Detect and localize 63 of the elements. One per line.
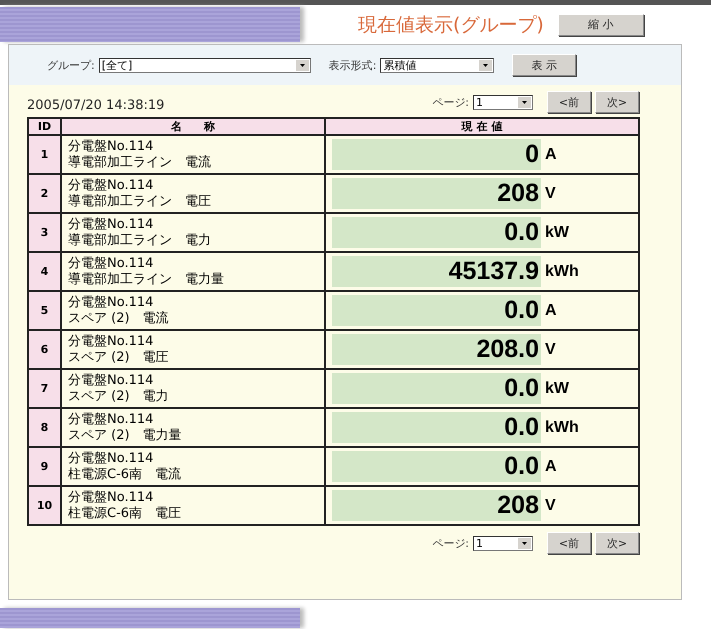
- caret-icon: [518, 538, 531, 548]
- unit-label: A: [545, 146, 557, 164]
- column-header: 現 在 値: [325, 118, 639, 135]
- id-cell: 7: [28, 369, 61, 408]
- shrink-button[interactable]: 縮 小: [558, 14, 644, 36]
- name-cell: 分電盤No.114 スペア (2) 電流: [61, 291, 325, 330]
- unit-label: V: [545, 184, 556, 202]
- unit-label: kW: [545, 380, 569, 398]
- unit-label: A: [545, 302, 557, 320]
- value-cell: 208: [332, 178, 541, 209]
- caret-icon: [518, 96, 531, 108]
- column-header: ID: [28, 118, 61, 135]
- next-button[interactable]: 次>: [595, 532, 639, 554]
- id-cell: 10: [28, 486, 61, 525]
- value-cell: 208.0: [332, 334, 541, 365]
- name-cell: 分電盤No.114 柱電源C-6南 電流: [61, 447, 325, 486]
- name-cell: 分電盤No.114 柱電源C-6南 電圧: [61, 486, 325, 525]
- page-select[interactable]: 1: [473, 536, 533, 550]
- name-cell: 分電盤No.114 スペア (2) 電力量: [61, 408, 325, 447]
- format-select[interactable]: 累積値: [380, 58, 494, 72]
- id-cell: 5: [28, 291, 61, 330]
- name-cell: 分電盤No.114 スペア (2) 電圧: [61, 330, 325, 369]
- name-cell: 分電盤No.114 スペア (2) 電力: [61, 369, 325, 408]
- caret-icon: [479, 60, 492, 70]
- caret-icon: [296, 60, 309, 70]
- timestamp: 2005/07/20 14:38:19: [27, 98, 164, 113]
- value-cell: 0.0: [332, 412, 541, 443]
- value-cell: 45137.9: [332, 256, 541, 287]
- id-cell: 9: [28, 447, 61, 486]
- id-cell: 3: [28, 213, 61, 252]
- next-button[interactable]: 次>: [595, 91, 639, 113]
- id-cell: 8: [28, 408, 61, 447]
- page-title: 現在値表示(グループ): [358, 12, 544, 36]
- name-cell: 分電盤No.114 導電部加工ライン 電力: [61, 213, 325, 252]
- page-label: ページ:: [432, 536, 469, 550]
- value-cell: 0.0: [332, 217, 541, 248]
- value-cell: 0: [332, 139, 541, 170]
- unit-label: A: [545, 458, 557, 476]
- name-cell: 分電盤No.114 導電部加工ライン 電圧: [61, 174, 325, 213]
- value-cell: 0.0: [332, 451, 541, 482]
- name-cell: 分電盤No.114 導電部加工ライン 電力量: [61, 252, 325, 291]
- prev-button[interactable]: <前: [547, 532, 591, 554]
- value-cell: 0.0: [332, 295, 541, 326]
- format-label: 表示形式:: [328, 58, 376, 72]
- id-cell: 6: [28, 330, 61, 369]
- group-select[interactable]: [全て]: [98, 58, 311, 72]
- prev-button[interactable]: <前: [547, 91, 591, 113]
- unit-label: V: [545, 496, 556, 514]
- page-label: ページ:: [432, 94, 469, 110]
- column-header: 名 称: [61, 118, 325, 135]
- unit-label: kWh: [545, 418, 579, 436]
- value-cell: 208: [332, 490, 541, 521]
- unit-label: kWh: [545, 262, 579, 280]
- name-cell: 分電盤No.114 導電部加工ライン 電流: [61, 135, 325, 174]
- id-cell: 4: [28, 252, 61, 291]
- value-cell: 0.0: [332, 373, 541, 404]
- show-button[interactable]: 表 示: [512, 54, 576, 76]
- unit-label: kW: [545, 224, 569, 242]
- group-label: グループ:: [47, 58, 95, 72]
- unit-label: V: [545, 340, 556, 358]
- page-select[interactable]: 1: [473, 94, 533, 110]
- id-cell: 2: [28, 174, 61, 213]
- id-cell: 1: [28, 135, 61, 174]
